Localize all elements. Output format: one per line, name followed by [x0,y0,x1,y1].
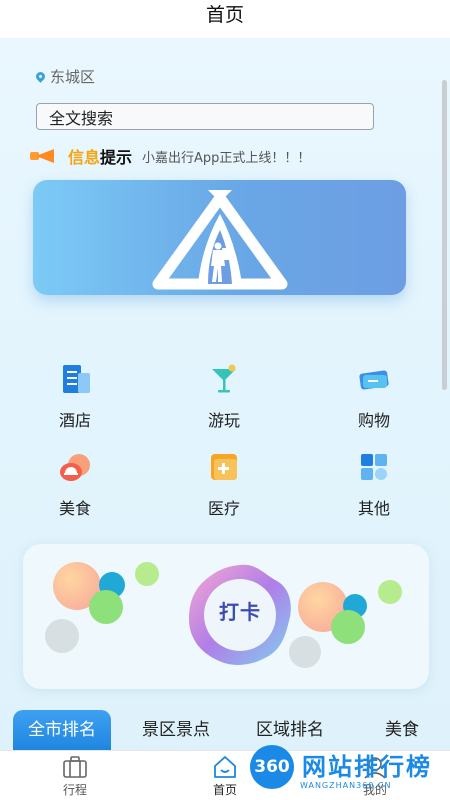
decor-bubble [378,580,402,604]
category-label: 其他 [357,499,390,518]
decor-bubble [89,590,123,624]
decor-bubble [289,636,321,668]
watermark-subtitle: WANGZHAN360.CN [300,781,392,790]
watermark-badge: 360 [250,745,294,789]
category-play[interactable]: 游玩 [174,363,274,431]
tent-hiker-icon [152,190,288,290]
nav-trip[interactable]: 行程 [40,755,110,798]
nav-label: 行程 [62,783,87,797]
medical-kit-icon [208,451,240,483]
notice-label: 提示 [100,148,133,167]
category-other[interactable]: 其他 [324,451,424,519]
notice-message: 小嘉出行App正式上线！！！ [142,150,311,166]
suitcase-icon [62,755,88,779]
top-bar: 首页 [0,0,450,38]
notice-label-highlight: 信息 [68,148,101,167]
main-content[interactable]: 东城区 信息 提示 小嘉出行App正式上线！！！ [0,38,450,750]
search-input[interactable] [36,103,374,130]
tab-scenic-spots[interactable]: 景区景点 [128,710,224,750]
ranking-tabs: 全市排名 景区景点 区域排名 美食 [0,710,450,750]
watermark: 360 网站排行榜 WANGZHAN360.CN [244,745,450,800]
checkin-label: 打卡 [219,600,261,624]
category-label: 医疗 [207,499,240,518]
category-food[interactable]: 美食 [25,451,125,519]
cocktail-icon [208,363,240,395]
tab-area-ranking[interactable]: 区域排名 [242,710,338,750]
page-title: 首页 [205,4,244,26]
scrollbar[interactable] [442,80,447,390]
tab-food[interactable]: 美食 [372,710,432,750]
hotel-icon [59,363,91,395]
banner[interactable] [33,180,406,295]
food-dome-icon [59,451,91,483]
category-hotel[interactable]: 酒店 [25,363,125,431]
home-icon [212,755,238,779]
location-pin-icon [34,70,47,83]
category-medical[interactable]: 医疗 [174,451,274,519]
decor-bubble [45,619,79,653]
grid-icon [358,451,390,483]
decor-bubble [331,610,365,644]
notice-bar[interactable]: 信息 提示 小嘉出行App正式上线！！！ [30,144,310,168]
category-label: 酒店 [58,411,91,430]
decor-bubble [135,562,159,586]
tab-city-ranking[interactable]: 全市排名 [13,710,111,750]
megaphone-icon [30,147,56,165]
location-label: 东城区 [50,68,96,86]
category-label: 美食 [58,499,91,518]
ticket-icon [358,363,390,395]
checkin-card: 打卡 [23,544,429,689]
category-label: 游玩 [207,411,240,430]
watermark-title: 网站排行榜 [302,753,432,781]
category-label: 购物 [357,411,390,430]
location-selector[interactable]: 东城区 [34,66,96,87]
category-shopping[interactable]: 购物 [324,363,424,431]
